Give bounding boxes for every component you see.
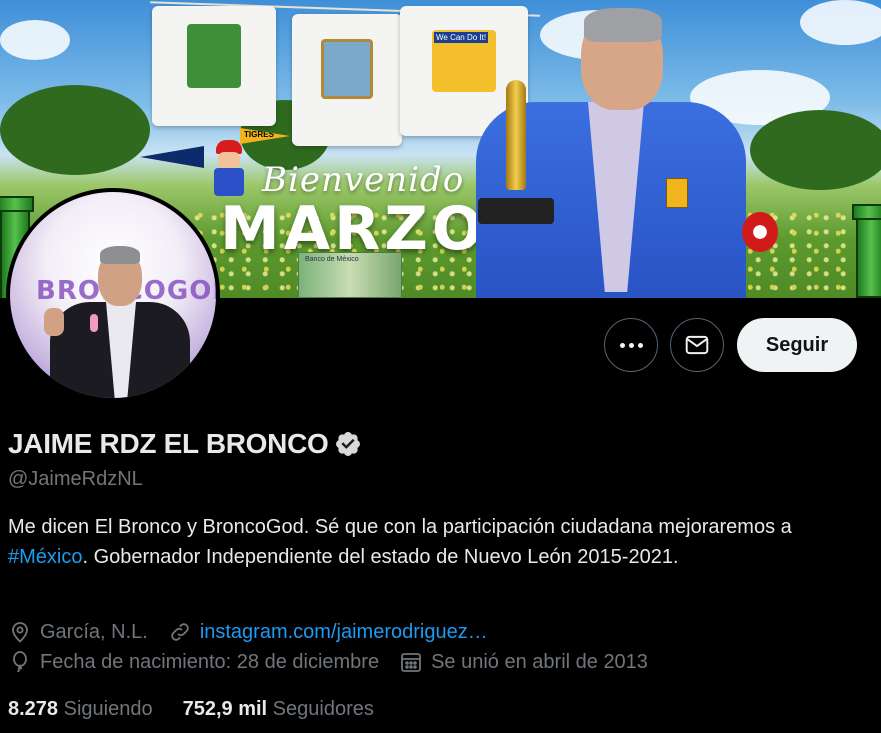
- piranha-plant: [742, 212, 778, 252]
- profile-name-row: JAIME RDZ EL BRONCO: [8, 428, 362, 460]
- calendar-icon: [401, 653, 421, 672]
- verified-badge-icon[interactable]: [334, 430, 362, 458]
- mail-icon: [685, 335, 709, 355]
- shirt-portrait: [292, 14, 402, 146]
- location-text: García, N.L.: [40, 620, 148, 643]
- profile-name: JAIME RDZ EL BRONCO: [8, 428, 329, 459]
- green-pipe-top: [0, 196, 34, 212]
- location-pin-icon: [12, 622, 28, 643]
- peso-bill: Banco de México: [298, 252, 402, 298]
- profile-handle: @JaimeRdzNL: [8, 468, 143, 490]
- joined-item: Se unió en abril de 2013: [399, 650, 648, 674]
- balloon-icon: [13, 651, 27, 673]
- joined-text: Se unió en abril de 2013: [431, 650, 648, 673]
- message-button[interactable]: [670, 318, 724, 372]
- mario-figure: [210, 140, 246, 200]
- link-icon: [171, 623, 189, 641]
- website-item[interactable]: instagram.com/jaimerodriguez…: [168, 620, 488, 644]
- more-icon: [619, 342, 643, 348]
- thumbs-up-hand: [44, 308, 64, 336]
- tree: [0, 85, 150, 175]
- website-link[interactable]: instagram.com/jaimerodriguez…: [200, 621, 488, 644]
- bio-hashtag-link[interactable]: #México: [8, 546, 82, 568]
- pennant-rayados: [140, 146, 204, 168]
- followers-count-value: 752,9 mil: [182, 698, 268, 720]
- following-count-label: Siguiendo: [63, 698, 153, 720]
- profile-avatar[interactable]: BRONCOGOD: [6, 188, 220, 402]
- cloud: [800, 0, 881, 45]
- profile-meta-row: Fecha de nacimiento: 28 de diciembre Se …: [8, 650, 668, 674]
- cloud: [0, 20, 70, 60]
- oscar-statue: [478, 80, 554, 230]
- tree: [750, 110, 881, 190]
- followers-count-link[interactable]: 752,9 mil Seguidores: [183, 698, 374, 721]
- shirt-leprechaun: [152, 6, 276, 126]
- profile-bio: Me dicen El Bronco y BroncoGod. Sé que c…: [8, 512, 868, 572]
- following-count-value: 8.278: [8, 698, 59, 720]
- birthday-item: Fecha de nacimiento: 28 de diciembre: [8, 650, 379, 674]
- green-pipe-top: [852, 204, 881, 220]
- green-pipe: [856, 218, 881, 298]
- tigres-logo-patch: [666, 178, 688, 208]
- follow-counts: 8.278 Siguiendo 752,9 mil Seguidores: [8, 698, 404, 721]
- more-options-button[interactable]: [604, 318, 658, 372]
- pink-ribbon-icon: [90, 314, 98, 332]
- bio-text: Me dicen El Bronco y BroncoGod. Sé que c…: [8, 516, 792, 538]
- bio-text: . Gobernador Independiente del estado de…: [82, 546, 679, 568]
- profile-meta-row: García, N.L. instagram.com/jaimerodrigue…: [8, 620, 508, 644]
- location-item: García, N.L.: [8, 620, 148, 644]
- follow-button[interactable]: Seguir: [737, 318, 857, 372]
- birthday-text: Fecha de nacimiento: 28 de diciembre: [40, 650, 380, 673]
- followers-count-label: Seguidores: [272, 698, 374, 720]
- following-count-link[interactable]: 8.278 Siguiendo: [8, 698, 153, 721]
